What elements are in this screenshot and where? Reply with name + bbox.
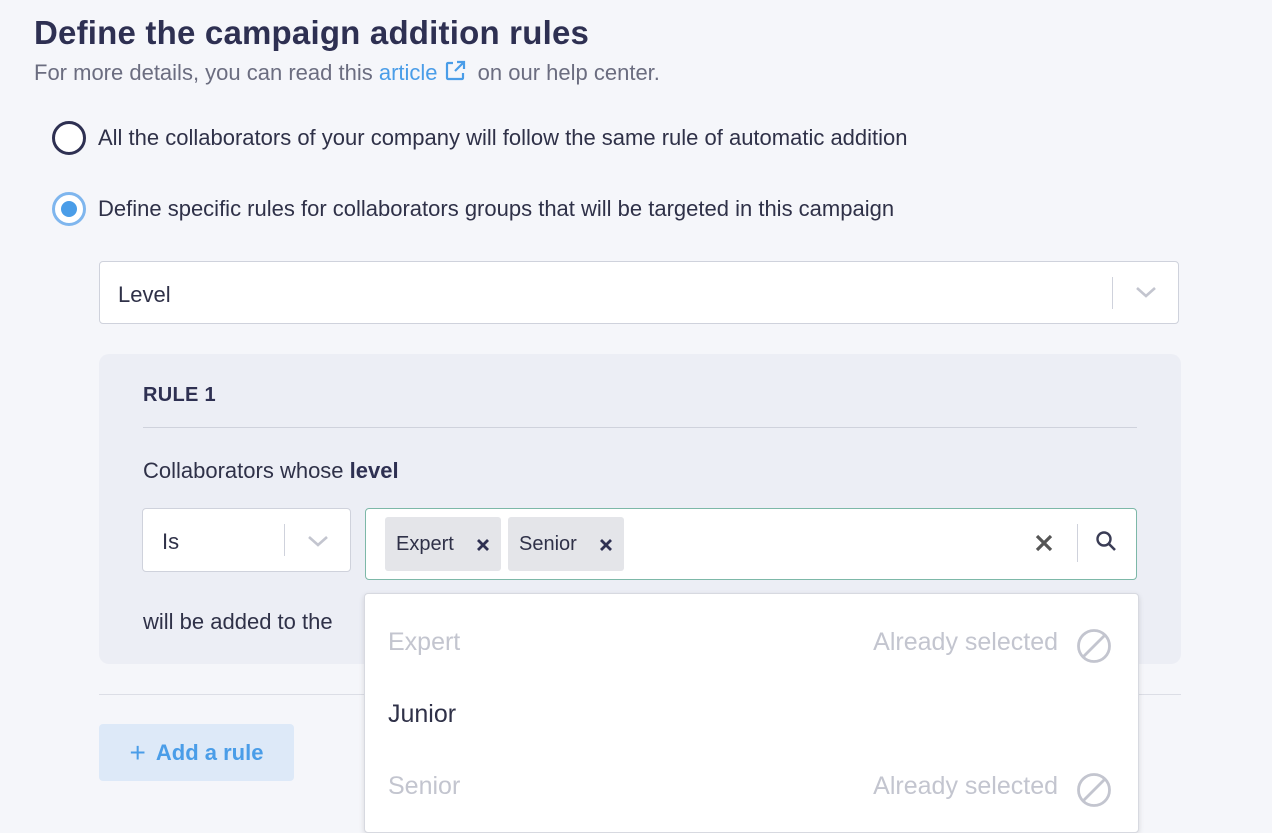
option-label: Expert: [388, 628, 461, 656]
dropdown-option-senior: Senior Already selected: [365, 746, 1138, 818]
option-note: Already selected: [873, 772, 1058, 800]
add-rule-button[interactable]: + Add a rule: [99, 724, 294, 781]
add-rule-label: Add a rule: [155, 739, 264, 765]
values-multiselect[interactable]: Expert Senior: [365, 508, 1137, 580]
page-title: Define the campaign addition rules: [34, 14, 590, 51]
option-label: Senior: [388, 772, 461, 800]
help-text-after: on our help center.: [477, 60, 660, 85]
chevron-down-icon[interactable]: [1134, 284, 1158, 305]
radio-same-rule[interactable]: All the collaborators of your company wi…: [52, 121, 908, 155]
chip-label: Expert: [396, 532, 454, 555]
values-dropdown-menu: Expert Already selected Junior Senior Al…: [364, 593, 1139, 833]
dropdown-option-junior[interactable]: Junior: [365, 674, 1138, 746]
select-separator: [284, 524, 285, 556]
rule-condition-text: Collaborators whose level: [143, 458, 399, 484]
help-text: For more details, you can read this arti…: [34, 60, 660, 88]
radio-same-rule-label: All the collaborators of your company wi…: [98, 125, 908, 150]
group-field-value: Level: [118, 282, 171, 307]
chevron-down-icon[interactable]: [306, 533, 330, 554]
operator-select[interactable]: Is: [142, 508, 351, 572]
chip-label: Senior: [519, 532, 577, 555]
ban-icon: [1076, 628, 1112, 669]
ban-icon: [1076, 772, 1112, 813]
rule-added-text: will be added to the: [143, 609, 333, 634]
article-link[interactable]: article: [379, 60, 438, 85]
radio-specific-rules-label: Define specific rules for collaborators …: [98, 196, 895, 221]
plus-icon: +: [129, 736, 146, 768]
radio-same-rule-circle[interactable]: [52, 121, 86, 155]
radio-specific-rules-circle[interactable]: [52, 192, 86, 226]
option-note: Already selected: [873, 628, 1058, 656]
group-field-select[interactable]: Level: [99, 261, 1179, 324]
remove-chip-icon[interactable]: [599, 535, 613, 558]
radio-specific-rules[interactable]: Define specific rules for collaborators …: [52, 192, 894, 226]
rule-title: RULE 1: [143, 384, 216, 406]
clear-icon[interactable]: [1034, 533, 1054, 558]
external-link-icon[interactable]: [444, 60, 466, 88]
option-label: Junior: [388, 700, 457, 728]
operator-value: Is: [162, 529, 180, 554]
chip-expert: Expert: [385, 517, 501, 571]
rule-condition-prefix: Collaborators whose: [143, 458, 344, 483]
help-text-before: For more details, you can read this: [34, 60, 373, 85]
chip-senior: Senior: [508, 517, 624, 571]
rule-condition-field: level: [349, 458, 399, 483]
select-separator: [1112, 277, 1113, 309]
dropdown-option-expert: Expert Already selected: [365, 602, 1138, 674]
multiselect-separator: [1077, 524, 1078, 562]
search-icon[interactable]: [1094, 529, 1118, 558]
rule-divider: [143, 427, 1137, 428]
remove-chip-icon[interactable]: [476, 535, 490, 558]
